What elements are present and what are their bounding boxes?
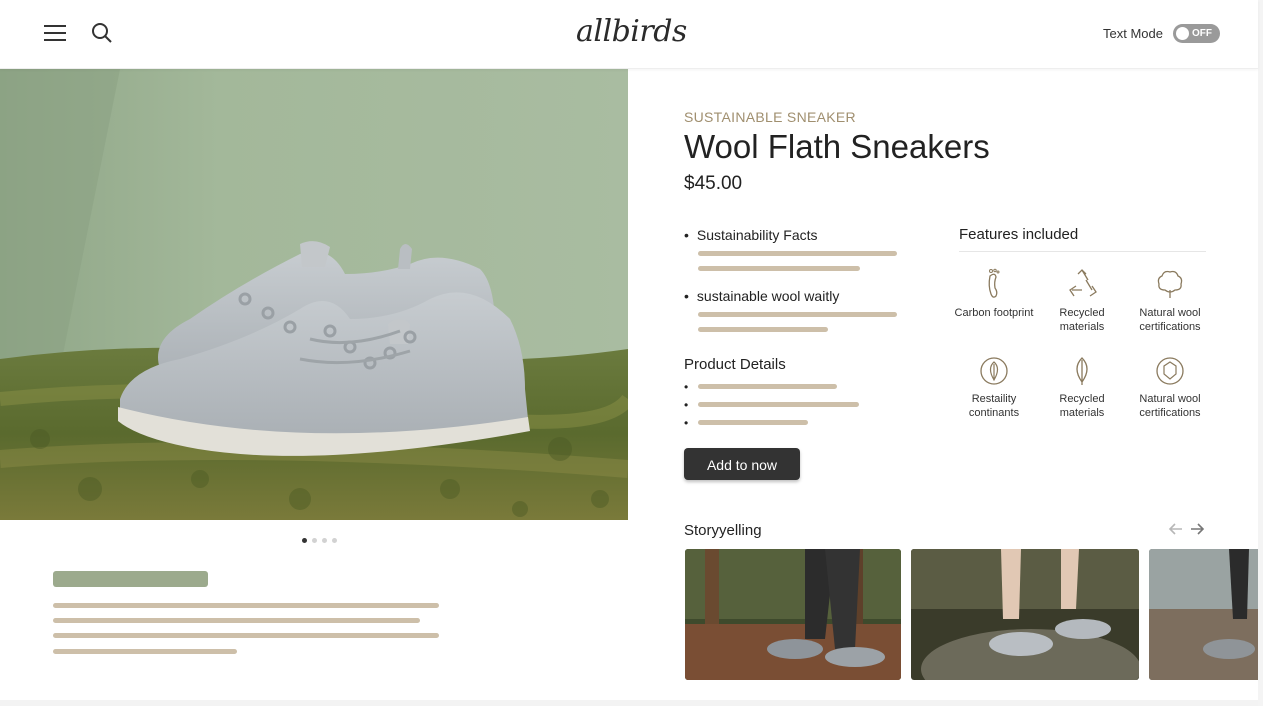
feature-label: Recycled materials bbox=[1059, 393, 1105, 419]
placeholder-text-line bbox=[698, 312, 897, 317]
sustainability-facts-heading: Sustainability Facts bbox=[684, 227, 818, 243]
storytelling-heading: Storyyelling bbox=[684, 522, 762, 539]
sneaker-photo bbox=[0, 69, 628, 520]
placeholder-text-line bbox=[698, 420, 808, 425]
arrow-left-icon[interactable] bbox=[1168, 521, 1184, 537]
placeholder-text-line bbox=[698, 251, 897, 256]
leaf-badge-icon bbox=[980, 357, 1008, 385]
feature-item: Natural wool certifications bbox=[1125, 268, 1215, 334]
top-header: allbirds Text Mode OFF bbox=[0, 0, 1258, 69]
story-thumbnail[interactable] bbox=[911, 549, 1139, 680]
carousel-dot[interactable] bbox=[302, 538, 307, 543]
cotton-flower-icon bbox=[1157, 270, 1183, 298]
feature-item: Natural wool certifications bbox=[1125, 356, 1215, 420]
feature-label: Natural wool certifications bbox=[1139, 393, 1201, 419]
bullet-dot: • bbox=[684, 416, 689, 430]
feature-item: Carbon footprint bbox=[949, 268, 1039, 320]
features-heading: Features included bbox=[959, 226, 1079, 243]
feature-label: Natural wool certifications bbox=[1139, 307, 1201, 333]
leaf-icon bbox=[1076, 357, 1088, 385]
scrollbar-track[interactable] bbox=[1258, 0, 1263, 706]
feature-label: Restaility continants bbox=[968, 393, 1020, 419]
search-icon[interactable] bbox=[91, 22, 113, 44]
feature-label: Recycled materials bbox=[1059, 307, 1105, 333]
product-hero-image bbox=[0, 69, 628, 520]
placeholder-heading-bar bbox=[53, 571, 208, 587]
page-bottom-edge bbox=[0, 700, 1263, 706]
placeholder-text-line bbox=[698, 266, 860, 271]
text-mode-label: Text Mode bbox=[1103, 26, 1163, 41]
placeholder-text-line bbox=[698, 402, 859, 407]
carousel-dot[interactable] bbox=[312, 538, 317, 543]
product-price: $45.00 bbox=[684, 173, 743, 194]
placeholder-text-line bbox=[53, 633, 439, 638]
toggle-state-label: OFF bbox=[1192, 28, 1212, 39]
bullet-dot: • bbox=[684, 380, 689, 394]
carousel-dot[interactable] bbox=[322, 538, 327, 543]
text-mode-toggle[interactable]: OFF bbox=[1173, 24, 1220, 43]
story-thumbnail[interactable] bbox=[685, 549, 901, 680]
toggle-knob bbox=[1176, 27, 1189, 40]
carousel-dots bbox=[302, 538, 337, 544]
forest-walk-photo bbox=[685, 549, 901, 680]
bullet-dot: • bbox=[684, 398, 689, 412]
feature-item: Restaility continants bbox=[949, 356, 1039, 420]
placeholder-text-line bbox=[53, 618, 420, 623]
product-category: SUSTAINABLE SNEAKER bbox=[684, 109, 856, 125]
recycle-icon bbox=[1069, 269, 1097, 297]
placeholder-text-line bbox=[698, 384, 837, 389]
carousel-dot[interactable] bbox=[332, 538, 337, 543]
placeholder-text-line bbox=[53, 649, 237, 654]
feature-item: Recycled materials bbox=[1037, 356, 1127, 420]
riverside-photo bbox=[1149, 549, 1258, 680]
add-to-cart-button[interactable]: Add to now bbox=[684, 448, 800, 480]
rock-step-photo bbox=[911, 549, 1139, 680]
footprint-icon bbox=[988, 268, 1000, 298]
hamburger-menu-icon[interactable] bbox=[43, 22, 67, 44]
feature-label: Carbon footprint bbox=[954, 307, 1034, 319]
product-title: Wool Flath Sneakers bbox=[684, 128, 990, 165]
brand-logo[interactable]: allbirds bbox=[576, 14, 687, 49]
story-thumbnail[interactable] bbox=[1149, 549, 1258, 680]
placeholder-text-line bbox=[53, 603, 439, 608]
wool-bullet-heading: sustainable wool waitly bbox=[684, 288, 839, 304]
feature-item: Recycled materials bbox=[1037, 268, 1127, 334]
arrow-right-icon[interactable] bbox=[1189, 521, 1205, 537]
product-details-heading: Product Details bbox=[684, 356, 786, 373]
certification-badge-icon bbox=[1156, 357, 1184, 385]
placeholder-text-line bbox=[698, 327, 828, 332]
divider bbox=[959, 251, 1206, 252]
